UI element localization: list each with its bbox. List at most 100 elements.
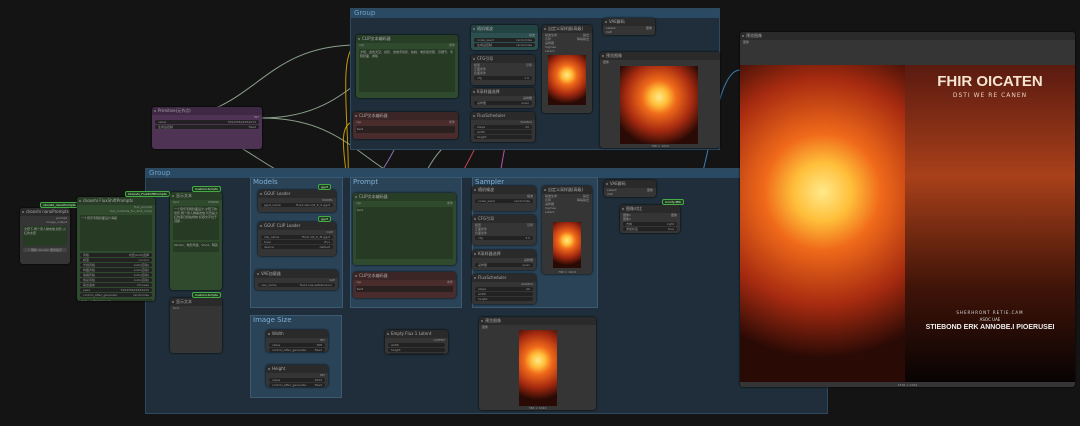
node-t-noise[interactable]: 随机噪波 噪波 noise_seed randomize 生成后控制 randomize (471, 25, 538, 50)
node-width[interactable]: Width INT value 768 control_after_generate fi… (266, 330, 328, 352)
widget-6[interactable]: 输出语言 Chinese (80, 283, 152, 288)
widget-1[interactable]: width (475, 292, 533, 296)
node-b-cfg[interactable]: CFG引导 模型 引导 正面条件 负面条件 cfg 3.5 (472, 215, 536, 245)
refresh-button[interactable]: ⚡ 刷新 ckooshi 服务提示 (23, 247, 67, 252)
widget-0[interactable]: 方向 right (623, 222, 677, 226)
node-b-clip-neg[interactable]: CLIP文本编码器 clip 条件 text (353, 272, 456, 298)
widget-0[interactable]: 采样器 euler (474, 101, 532, 105)
widget-0[interactable]: steps 20 (474, 125, 532, 129)
output-slot[interactable]: INT (320, 338, 325, 342)
widget-0[interactable]: value 768 (269, 343, 325, 347)
node-cmp[interactable]: 图像对比 图像1 图像 图像2 方向 right 添加标签 true (620, 205, 680, 233)
node-flux[interactable]: ckooshi FluxShiftPrompts flux_prompt full_… (77, 197, 155, 301)
widget-4[interactable]: 情绪风格 Auto(自动) (80, 273, 152, 278)
output-slot[interactable]: 条件 (447, 201, 453, 205)
widget-0[interactable]: gguf_name flux1-dev-Q4_K_S.gguf (261, 203, 333, 207)
widget-1[interactable]: control_after_generate fixed (269, 348, 325, 352)
output-slot[interactable]: 噪波 (527, 194, 533, 198)
node-b-prev[interactable]: 预览图像 图像 768 × 1024 (479, 317, 596, 410)
output-slot[interactable]: VAE (329, 278, 335, 282)
node-nano[interactable]: ckooshi nanoPrompts prompt image_output 夕阳下… (20, 208, 70, 264)
output-slot[interactable]: 降噪输出 (577, 37, 589, 41)
output-slot[interactable]: 引导 (526, 63, 532, 67)
output-slot[interactable]: MODEL (322, 198, 333, 202)
widget-1[interactable]: 模型 cococo (80, 258, 152, 263)
node-t-prev[interactable]: 预览图像 图像 768 × 1024 (600, 52, 720, 148)
prompt-textarea[interactable]: text (356, 207, 453, 259)
output-slot[interactable]: CLIP (327, 230, 333, 234)
input-slot[interactable]: 图像 (743, 40, 749, 44)
node-vael[interactable]: VAE加载器 VAE vae_name flux1-vae.safetensors (255, 270, 338, 290)
output-slot[interactable]: 条件 (447, 280, 453, 284)
widget-0[interactable]: 风格 内置(LLM)选择 (80, 253, 152, 258)
prompt-textarea[interactable]: 一个音乐专辑封面设计海报 (80, 215, 152, 252)
widget-1[interactable]: type flux (261, 240, 333, 244)
widget-0[interactable]: width (388, 343, 445, 347)
widget-0[interactable]: cfg 1.0 (474, 76, 532, 80)
node-gclip[interactable]: GGUF CLIP Loader CLIP clip_name t5xxl-Q4_K_… (258, 222, 336, 256)
widget-0[interactable]: cfg 3.5 (475, 236, 533, 240)
output-slot[interactable]: 降噪输出 (577, 198, 589, 202)
widget-2[interactable]: height (474, 135, 532, 139)
input-slot[interactable]: clip (356, 120, 361, 124)
widget-0[interactable]: clip_name t5xxl-Q4_K_M.gguf (261, 235, 333, 239)
output-slot[interactable]: INT (320, 373, 325, 377)
node-b-vae[interactable]: VAE解码 Latent 图像 VAE (604, 180, 656, 197)
input-slot[interactable]: 图像 (482, 325, 488, 329)
widget-3[interactable]: 构图风格 Auto(自动) (80, 268, 152, 273)
node-show2[interactable]: 显示文本 text (170, 298, 222, 353)
output-slot[interactable]: 图像 (646, 26, 652, 30)
input-slot[interactable]: clip (356, 201, 361, 205)
input-slot[interactable]: text (173, 200, 179, 204)
widget-7[interactable]: seed 759435621654215 (80, 288, 152, 293)
output-slot[interactable]: 条件 (449, 120, 455, 124)
node-t-vae[interactable]: VAE解码 Latent 图像 VAE (603, 18, 655, 35)
input-slot[interactable]: Latent (545, 210, 555, 214)
node-b-adv[interactable]: 自定义采样器(高级) 噪波生成 输出 引导 降噪输出 采样器 Sigmas Latent 768… (542, 186, 592, 274)
output-slot[interactable]: SIGMAS (521, 282, 533, 286)
widget-1[interactable]: 添加标签 true (623, 227, 677, 231)
output-slot[interactable]: STRING (208, 200, 219, 204)
node-height[interactable]: Height INT value 1024 control_after_generate… (266, 365, 328, 387)
prompt-textarea[interactable]: 夕阳、金色天空、剪影、吉他手剪影、枯树、电影级光照、高细节、专辑封面、排版 (359, 49, 455, 92)
output-slot[interactable]: SIGMAS (520, 120, 532, 124)
node-b-sched[interactable]: FluxScheduler SIGMAS steps 20 width height (472, 274, 536, 304)
widget-2[interactable]: batch_size 1 (388, 353, 445, 354)
widget-0[interactable]: value 1024 (269, 378, 325, 382)
widget-0[interactable]: noise_seed randomize (475, 199, 533, 203)
widget-0[interactable]: value 759435621654215 (155, 120, 259, 124)
node-t-ksel[interactable]: K采样器选择 采样器 采样器 euler (471, 88, 535, 108)
output-slot[interactable]: 条件 (449, 43, 455, 47)
widget-0[interactable]: steps 20 (475, 287, 533, 291)
widget-1[interactable]: width (474, 130, 532, 134)
output-slot[interactable]: full_contents_for_2nd_comp (110, 209, 152, 213)
node-b-noise[interactable]: 随机噪波 噪波 noise_seed randomize (472, 186, 536, 211)
node-t-cfg[interactable]: CFG引导 模型 引导 正面条件 负面条件 cfg 1.0 (471, 55, 535, 85)
node-latent[interactable]: Empty Flux 1 LatentLATENT widthheightbatc… (385, 330, 448, 354)
widget-0[interactable]: 采样器 euler (475, 263, 533, 267)
output-slot[interactable]: 噪波 (529, 33, 535, 37)
widget-2[interactable]: 光线风格 Auto(自动) (80, 263, 152, 268)
input-slot[interactable]: Latent (545, 49, 555, 53)
prompt-textarea[interactable]: 一个音乐专辑封面设计,夕阳下的剪影,两个男人弹着吉他,背景是火红的落日和枯树枝,… (173, 206, 219, 241)
widget-1[interactable]: height (388, 348, 445, 352)
input-slot[interactable]: 负面条件 (475, 231, 487, 235)
prompt-textarea[interactable]: text (356, 286, 453, 292)
node-b-clip-pos[interactable]: CLIP文本编码器 clip 条件 text (353, 193, 456, 265)
widget-5[interactable]: 色彩风格 Auto(自动) (80, 278, 152, 283)
widget-0[interactable]: noise_seed randomize (474, 38, 535, 42)
output-slot[interactable]: 引导 (527, 223, 533, 227)
input-slot[interactable]: 图像 (603, 60, 609, 64)
input-slot[interactable]: VAE (606, 30, 612, 34)
output-slot[interactable]: 采样器 (524, 258, 533, 262)
node-prim[interactable]: Primitive(元节点) INT value 759435621654215 生成后… (152, 107, 262, 149)
widget-1[interactable]: 生成后控制 fixed (155, 125, 259, 129)
node-gguf[interactable]: GGUF Loader MODEL gguf_name flux1-dev-Q4_K_… (258, 190, 336, 212)
widget-1[interactable]: 生成后控制 randomize (474, 43, 535, 47)
output-slot[interactable]: 图像 (671, 213, 677, 217)
node-b-ksel[interactable]: K采样器选择 采样器 采样器 euler (472, 250, 536, 270)
widget-0[interactable]: vae_name flux1-vae.safetensors (258, 283, 335, 287)
widget-2[interactable]: height (475, 297, 533, 301)
widget-2[interactable]: device default (261, 245, 333, 249)
input-slot[interactable]: VAE (607, 192, 613, 196)
